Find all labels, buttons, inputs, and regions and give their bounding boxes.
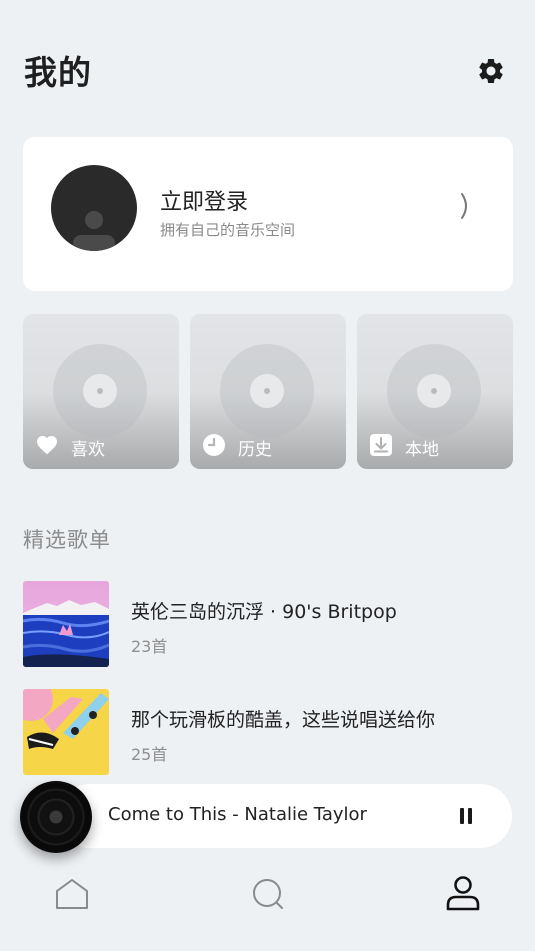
vinyl-disc-icon[interactable] (20, 781, 92, 853)
mini-player[interactable]: Come to This - Natalie Taylor (58, 784, 512, 848)
disc-graphic (53, 344, 147, 438)
playlist-cover (23, 581, 109, 667)
tile-label: 喜欢 (71, 440, 105, 460)
playlist-item[interactable]: 那个玩滑板的酷盖，这些说唱送给你 25首 (23, 689, 513, 775)
user-avatar-icon (51, 165, 137, 251)
login-title: 立即登录 (160, 190, 249, 215)
page-title: 我的 (24, 53, 92, 92)
tile-history[interactable]: 历史 (190, 314, 346, 469)
home-icon[interactable] (54, 876, 90, 912)
tile-label: 历史 (238, 440, 272, 460)
login-card[interactable]: 立即登录 拥有自己的音乐空间 (23, 137, 513, 291)
login-subtitle: 拥有自己的音乐空间 (160, 221, 296, 239)
gear-icon[interactable] (476, 56, 506, 86)
playlist-count: 25首 (131, 745, 168, 764)
tile-local[interactable]: 本地 (357, 314, 513, 469)
section-title: 精选歌单 (23, 528, 111, 552)
tile-label: 本地 (405, 440, 439, 460)
playlist-item[interactable]: 英伦三岛的沉浮 · 90's Britpop 23首 (23, 581, 513, 667)
profile-icon[interactable] (444, 874, 482, 912)
pause-icon[interactable] (456, 806, 476, 826)
playlist-title: 英伦三岛的沉浮 · 90's Britpop (131, 601, 397, 623)
clock-icon (203, 434, 225, 456)
chevron-right-icon (461, 193, 467, 219)
download-icon (370, 434, 392, 456)
now-playing-track: Come to This - Natalie Taylor (108, 804, 367, 825)
playlist-count: 23首 (131, 637, 168, 656)
playlist-cover (23, 689, 109, 775)
disc-graphic (220, 344, 314, 438)
tile-liked[interactable]: 喜欢 (23, 314, 179, 469)
playlist-title: 那个玩滑板的酷盖，这些说唱送给你 (131, 709, 436, 731)
heart-icon (37, 436, 57, 455)
search-icon[interactable] (250, 876, 286, 912)
disc-graphic (387, 344, 481, 438)
